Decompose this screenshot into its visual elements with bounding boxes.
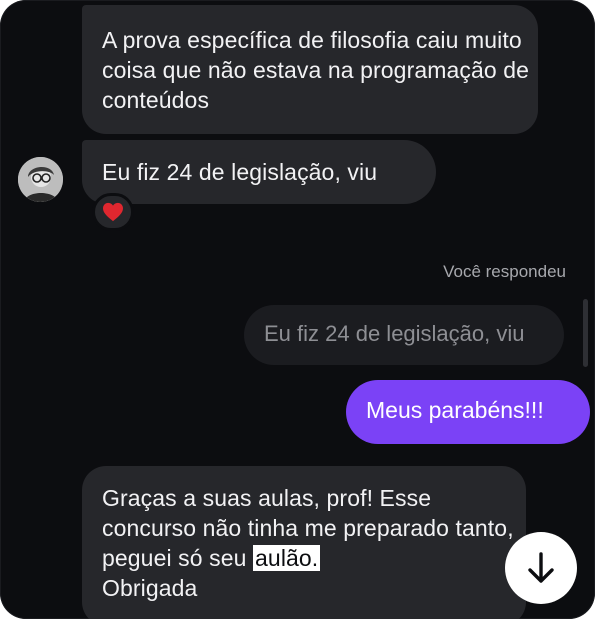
avatar-photo <box>18 157 63 202</box>
message-text: Graças a suas aulas, prof! Esse concurso… <box>102 483 522 603</box>
quoted-text: Eu fiz 24 de legislação, viu <box>264 321 525 346</box>
incoming-message[interactable]: Graças a suas aulas, prof! Esse concurso… <box>82 466 526 619</box>
quoted-message[interactable]: Eu fiz 24 de legislação, viu <box>244 305 564 365</box>
reply-label: Você respondeu <box>443 262 566 281</box>
incoming-message[interactable]: A prova específica de filosofia caiu mui… <box>82 5 538 134</box>
heart-icon <box>103 202 123 222</box>
selected-text[interactable]: aulão. <box>253 545 321 571</box>
arrow-down-icon <box>528 552 554 583</box>
message-text: Eu fiz 24 de legislação, viu <box>102 159 378 185</box>
contact-avatar[interactable] <box>18 157 63 202</box>
reaction-badge[interactable] <box>92 193 134 231</box>
message-text: A prova específica de filosofia caiu mui… <box>102 27 530 113</box>
incoming-message[interactable]: Eu fiz 24 de legislação, viu <box>82 140 436 204</box>
outgoing-message[interactable]: Meus parabéns!!! <box>346 380 590 444</box>
message-text-part: Obrigada <box>102 575 198 601</box>
chat-window: A prova específica de filosofia caiu mui… <box>0 0 595 619</box>
reply-indicator-bar <box>583 299 588 367</box>
scroll-to-bottom-button[interactable] <box>505 532 577 604</box>
message-text: Meus parabéns!!! <box>366 397 544 423</box>
